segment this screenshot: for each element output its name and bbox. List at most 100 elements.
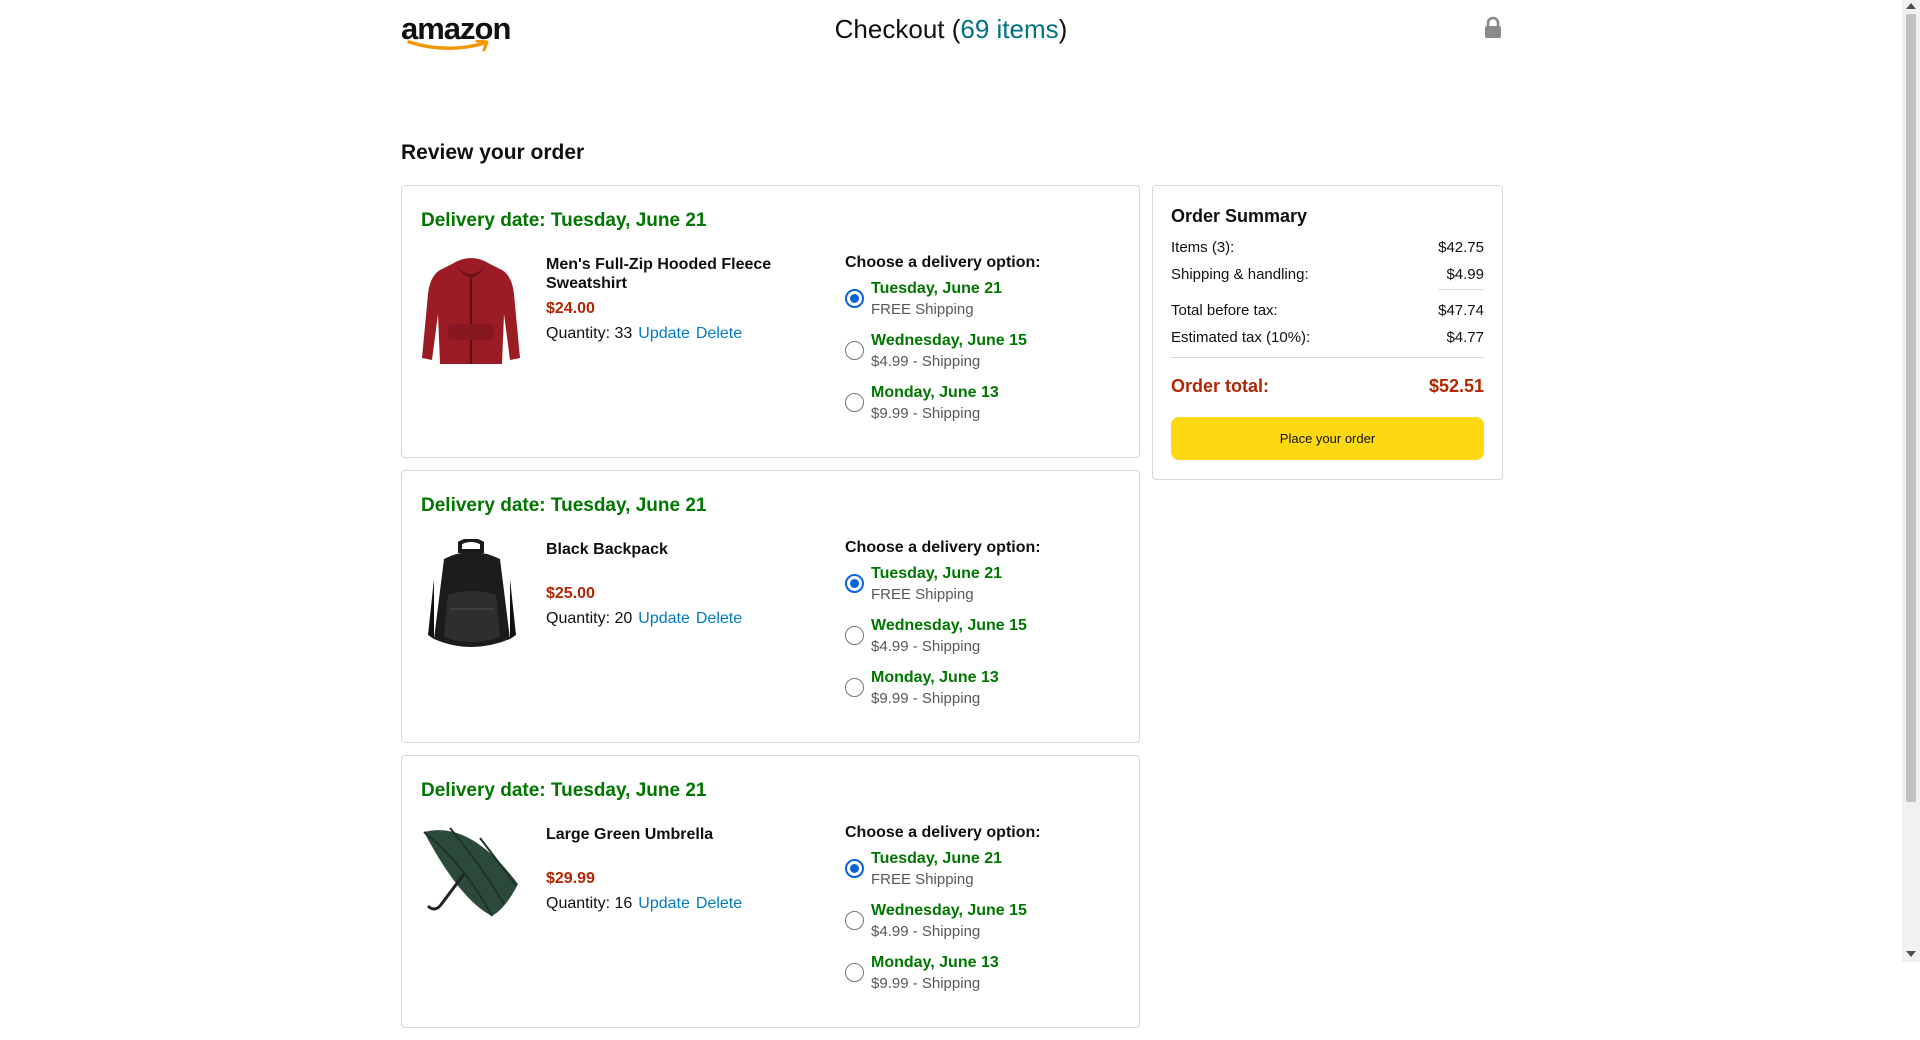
delivery-option-radio[interactable] xyxy=(845,859,864,878)
product-name: Large Green Umbrella xyxy=(546,826,714,843)
delivery-option-date: Wednesday, June 15 xyxy=(871,332,1027,349)
summary-tax-value: $4.77 xyxy=(1446,329,1484,346)
order-summary: Order Summary Items (3): $42.75 Shipping… xyxy=(1152,185,1503,480)
delivery-option-date: Tuesday, June 21 xyxy=(871,850,1003,867)
delivery-option[interactable]: Wednesday, June 15 $4.99 - Shipping xyxy=(845,902,1105,954)
delivery-option[interactable]: Tuesday, June 21 FREE Shipping xyxy=(845,850,1105,902)
checkout-title: Checkout (69 items) xyxy=(0,14,1902,45)
delivery-option-radio[interactable] xyxy=(845,626,864,645)
delivery-option-price: $9.99 - Shipping xyxy=(871,690,981,707)
delivery-option-date: Monday, June 13 xyxy=(871,384,999,401)
delivery-option-radio[interactable] xyxy=(845,963,864,982)
delivery-options-title: Choose a delivery option: xyxy=(845,539,1041,556)
delivery-option[interactable]: Monday, June 13 $9.99 - Shipping xyxy=(845,384,1105,436)
summary-total-value: $52.51 xyxy=(1428,376,1484,396)
delivery-options: Choose a delivery option: Tuesday, June … xyxy=(845,824,1105,1006)
scroll-up-arrow-icon[interactable] xyxy=(1906,3,1916,9)
delivery-options-title: Choose a delivery option: xyxy=(845,254,1041,271)
delivery-option[interactable]: Tuesday, June 21 FREE Shipping xyxy=(845,280,1105,332)
delivery-option[interactable]: Monday, June 13 $9.99 - Shipping xyxy=(845,669,1105,721)
product-name: Black Backpack xyxy=(546,541,668,558)
summary-items-row: Items (3): $42.75 xyxy=(1171,239,1484,256)
summary-tax-row: Estimated tax (10%): $4.77 xyxy=(1171,329,1484,346)
summary-items-value: $42.75 xyxy=(1438,239,1484,256)
summary-total-row: Order total: $52.51 xyxy=(1171,376,1484,397)
delivery-option[interactable]: Tuesday, June 21 FREE Shipping xyxy=(845,565,1105,617)
delivery-group: Delivery date: Tuesday, June 21 Men's Fu… xyxy=(401,185,1140,458)
delivery-option-price: FREE Shipping xyxy=(871,586,974,603)
summary-before-tax-label: Total before tax: xyxy=(1171,302,1278,319)
place-order-button[interactable]: Place your order xyxy=(1171,417,1484,460)
delivery-option-date: Wednesday, June 15 xyxy=(871,902,1027,919)
quantity-row: Quantity: 20 Update Delete xyxy=(546,610,742,628)
delete-item-link[interactable]: Delete xyxy=(696,610,742,627)
summary-shipping-row: Shipping & handling: $4.99 xyxy=(1171,266,1484,283)
delivery-option[interactable]: Wednesday, June 15 $4.99 - Shipping xyxy=(845,332,1105,384)
summary-before-tax-row: Total before tax: $47.74 xyxy=(1171,302,1484,319)
delivery-option-price: $9.99 - Shipping xyxy=(871,405,981,422)
delivery-option-price: FREE Shipping xyxy=(871,871,974,888)
delivery-option-price: FREE Shipping xyxy=(871,301,974,318)
summary-tax-label: Estimated tax (10%): xyxy=(1171,329,1311,346)
delivery-option-price: $4.99 - Shipping xyxy=(871,923,981,940)
review-title: Review your order xyxy=(401,141,585,164)
delivery-option-price: $9.99 - Shipping xyxy=(871,975,981,992)
summary-before-tax-value: $47.74 xyxy=(1438,302,1484,319)
delete-item-link[interactable]: Delete xyxy=(696,325,742,342)
quantity-row: Quantity: 33 Update Delete xyxy=(546,325,742,343)
delivery-options-title: Choose a delivery option: xyxy=(845,824,1041,841)
checkout-header: amazon Checkout (69 items) xyxy=(0,0,1902,62)
delivery-option-date: Wednesday, June 15 xyxy=(871,617,1027,634)
update-quantity-link[interactable]: Update xyxy=(638,895,690,912)
delivery-option[interactable]: Wednesday, June 15 $4.99 - Shipping xyxy=(845,617,1105,669)
delivery-option-radio[interactable] xyxy=(845,574,864,593)
delivery-option-price: $4.99 - Shipping xyxy=(871,353,981,370)
delivery-option-radio[interactable] xyxy=(845,911,864,930)
order-list: Delivery date: Tuesday, June 21 Men's Fu… xyxy=(401,185,1140,1040)
scroll-down-arrow-icon[interactable] xyxy=(1906,951,1916,957)
green-umbrella-image xyxy=(420,824,522,938)
quantity-label: Quantity: 20 xyxy=(546,610,633,627)
page-scrollbar[interactable] xyxy=(1902,0,1920,962)
product-price: $24.00 xyxy=(546,300,595,317)
delivery-option-radio[interactable] xyxy=(845,393,864,412)
delete-item-link[interactable]: Delete xyxy=(696,895,742,912)
summary-subtotal-divider xyxy=(1438,289,1484,290)
delivery-option-date: Tuesday, June 21 xyxy=(871,565,1003,582)
delivery-group: Delivery date: Tuesday, June 21 Large Gr… xyxy=(401,755,1140,1028)
summary-total-label: Order total: xyxy=(1171,376,1270,396)
delivery-date: Delivery date: Tuesday, June 21 xyxy=(421,495,707,516)
update-quantity-link[interactable]: Update xyxy=(638,325,690,342)
update-quantity-link[interactable]: Update xyxy=(638,610,690,627)
summary-items-label: Items (3): xyxy=(1171,239,1235,256)
delivery-option-date: Monday, June 13 xyxy=(871,669,999,686)
checkout-prefix: Checkout ( xyxy=(834,14,961,44)
black-backpack-image xyxy=(420,538,522,653)
delivery-option-date: Monday, June 13 xyxy=(871,954,999,971)
product-price: $25.00 xyxy=(546,585,595,602)
checkout-suffix: ) xyxy=(1058,14,1068,44)
summary-shipping-value: $4.99 xyxy=(1446,266,1484,283)
items-count-link[interactable]: 69 items xyxy=(960,14,1058,44)
delivery-group: Delivery date: Tuesday, June 21 Black Ba… xyxy=(401,470,1140,743)
delivery-option-radio[interactable] xyxy=(845,341,864,360)
red-hoodie-image xyxy=(420,254,522,368)
delivery-options: Choose a delivery option: Tuesday, June … xyxy=(845,254,1105,436)
summary-shipping-label: Shipping & handling: xyxy=(1171,266,1309,283)
lock-icon xyxy=(1484,16,1502,45)
delivery-option-radio[interactable] xyxy=(845,289,864,308)
product-price: $29.99 xyxy=(546,870,595,887)
delivery-option-price: $4.99 - Shipping xyxy=(871,638,981,655)
quantity-row: Quantity: 16 Update Delete xyxy=(546,895,742,913)
quantity-label: Quantity: 33 xyxy=(546,325,633,342)
summary-total-divider xyxy=(1171,357,1484,358)
delivery-options: Choose a delivery option: Tuesday, June … xyxy=(845,539,1105,721)
delivery-date: Delivery date: Tuesday, June 21 xyxy=(421,780,707,801)
scrollbar-thumb[interactable] xyxy=(1906,14,1916,802)
product-name: Men's Full-Zip Hooded Fleece Sweatshirt xyxy=(546,256,772,292)
quantity-label: Quantity: 16 xyxy=(546,895,633,912)
order-summary-title: Order Summary xyxy=(1171,206,1308,226)
delivery-date: Delivery date: Tuesday, June 21 xyxy=(421,210,707,231)
delivery-option-date: Tuesday, June 21 xyxy=(871,280,1003,297)
delivery-option-radio[interactable] xyxy=(845,678,864,697)
